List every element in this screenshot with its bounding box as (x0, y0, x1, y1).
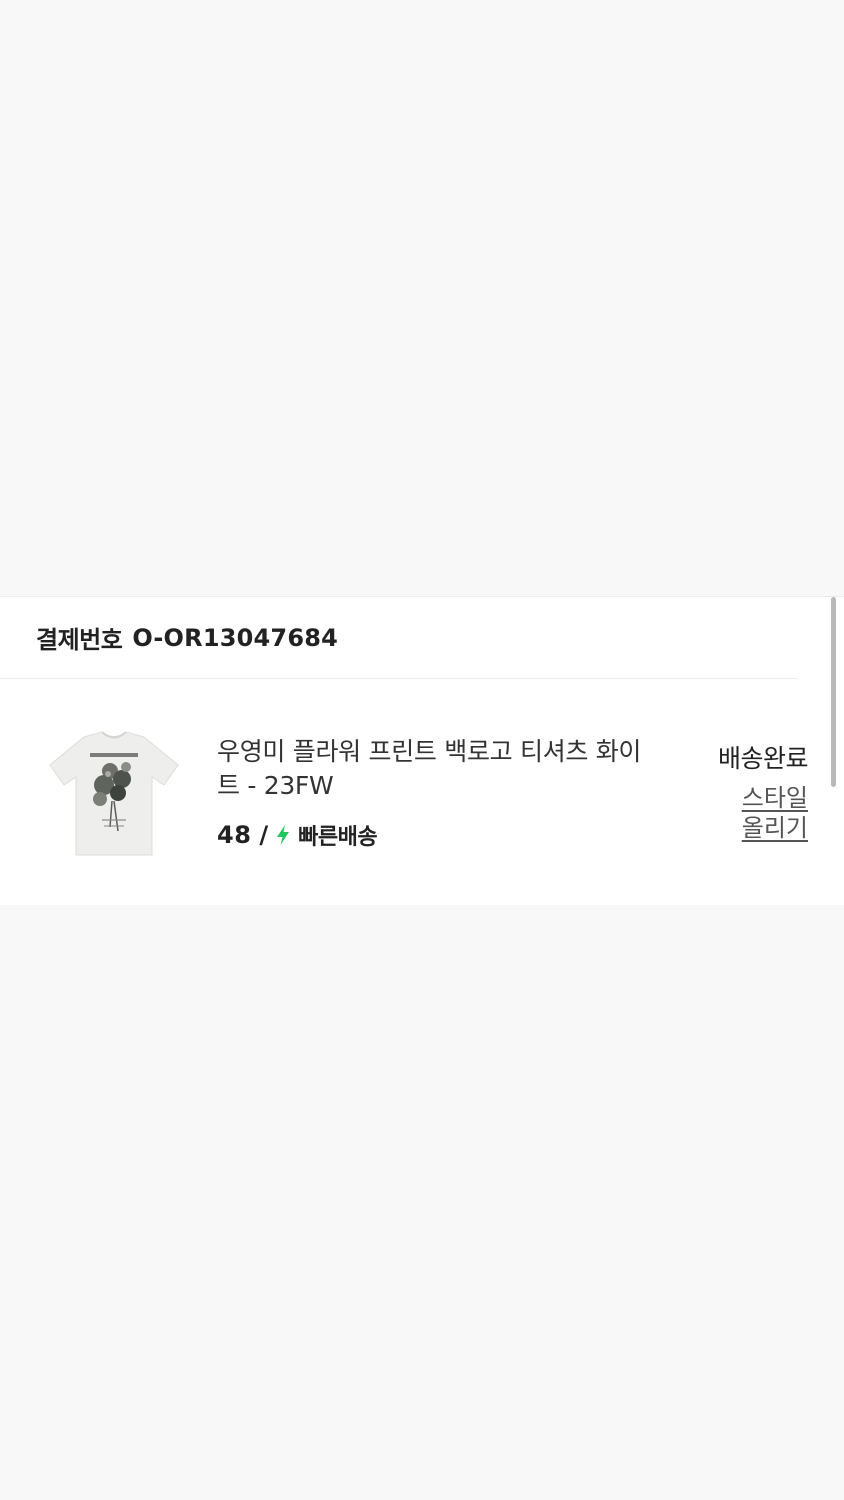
meta-separator: / (259, 821, 269, 849)
upload-style-link[interactable]: 스타일 올리기 (736, 783, 808, 843)
product-meta: 48 / 빠른배송 (217, 819, 657, 851)
product-thumbnail[interactable] (44, 727, 184, 867)
product-name[interactable]: 우영미 플라워 프린트 백로고 티셔츠 화이트 - 23FW (217, 735, 657, 803)
delivery-status: 배송완료 (717, 744, 809, 773)
order-card: 결제번호 O-OR13047684 우영미 플라워 프린트 백로고 티셔츠 화이… (0, 596, 844, 905)
order-header: 결제번호 O-OR13047684 (0, 597, 798, 679)
order-item[interactable]: 우영미 플라워 프린트 백로고 티셔츠 화이트 - 23FW 48 / 빠른배송… (0, 727, 844, 867)
product-size: 48 (217, 821, 252, 849)
order-number-label: 결제번호 (36, 626, 123, 654)
order-number-value: O-OR13047684 (132, 623, 339, 652)
lightning-bolt-icon (277, 825, 290, 845)
product-info: 우영미 플라워 프린트 백로고 티셔츠 화이트 - 23FW 48 / 빠른배송 (217, 735, 657, 851)
status-column: 배송완료 스타일 올리기 (717, 739, 809, 843)
delivery-type-label: 빠른배송 (298, 825, 378, 850)
